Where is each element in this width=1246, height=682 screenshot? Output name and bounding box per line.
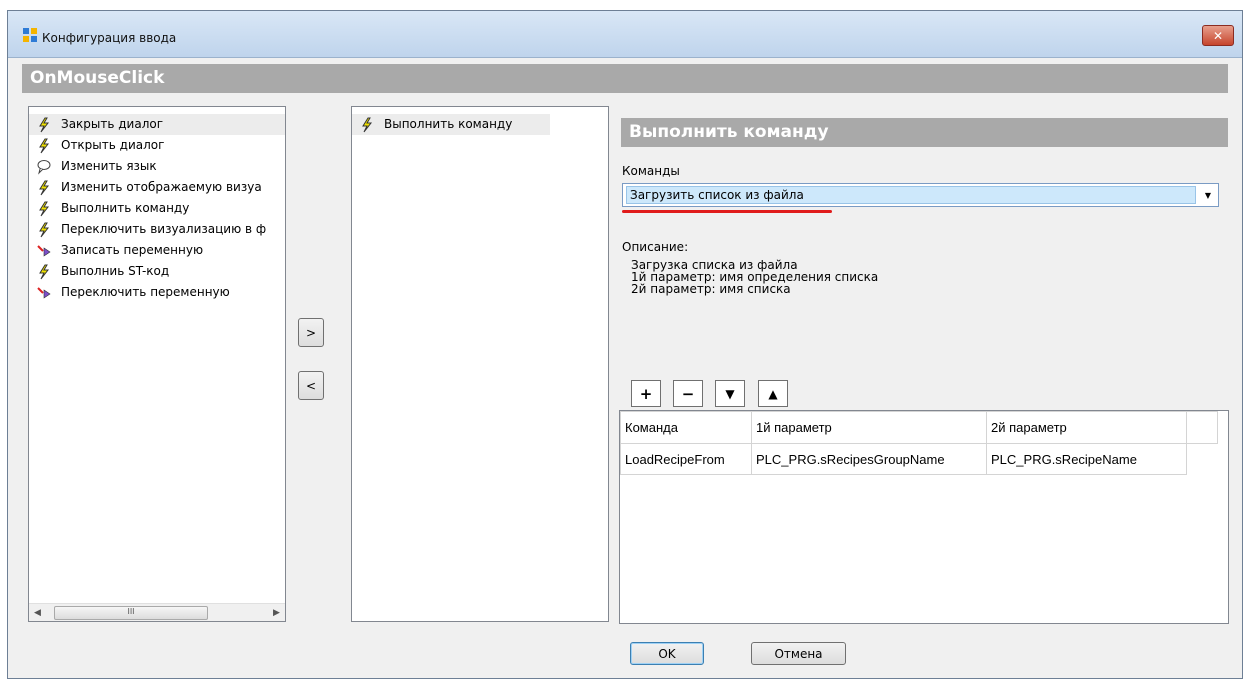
scroll-right-arrow-icon[interactable]: ▶ xyxy=(268,604,285,621)
list-item-label: Переключить переменную xyxy=(61,285,230,299)
available-actions-items: Закрыть диалог Открыть диалог Изменить язы… xyxy=(29,107,285,303)
cancel-button[interactable]: Отмена xyxy=(751,642,846,665)
lightning-icon xyxy=(37,222,51,238)
lightning-icon xyxy=(37,138,51,154)
move-down-button[interactable]: ▼ xyxy=(715,380,745,407)
list-item[interactable]: Закрыть диалог xyxy=(29,114,285,135)
commands-label: Команды xyxy=(622,164,680,178)
column-header-filler xyxy=(1186,411,1218,444)
scroll-left-arrow-icon[interactable]: ◀ xyxy=(29,604,46,621)
column-header-param2[interactable]: 2й параметр xyxy=(986,411,1187,444)
list-item[interactable]: Изменить язык xyxy=(29,156,285,177)
horizontal-scrollbar[interactable]: ◀ III ▶ xyxy=(29,603,285,621)
remove-command-button[interactable]: − xyxy=(673,380,703,407)
lightning-icon xyxy=(37,117,51,133)
column-header-command[interactable]: Команда xyxy=(620,411,752,444)
commands-table[interactable]: Команда 1й параметр 2й параметр LoadReci… xyxy=(619,410,1229,624)
selected-actions-items: Выполнить команду xyxy=(352,107,608,135)
arrow-up-icon: ▲ xyxy=(768,386,778,401)
list-item[interactable]: Переключить визуализацию в ф xyxy=(29,219,285,240)
selected-actions-list[interactable]: Выполнить команду xyxy=(351,106,609,622)
list-item[interactable]: Выполниь ST-код xyxy=(29,261,285,282)
description-text: Загрузка списка из файла 1й параметр: им… xyxy=(631,259,878,295)
lightning-icon xyxy=(37,264,51,280)
list-item-label: Записать переменную xyxy=(61,243,204,257)
scrollbar-thumb[interactable]: III xyxy=(54,606,208,620)
app-icon xyxy=(23,28,37,42)
lightning-icon xyxy=(37,180,51,196)
column-header-param1[interactable]: 1й параметр xyxy=(751,411,987,444)
description-label: Описание: xyxy=(622,240,689,254)
list-item[interactable]: Выполнить команду xyxy=(352,114,550,135)
list-item[interactable]: Записать переменную xyxy=(29,240,285,261)
event-name-header: OnMouseClick xyxy=(22,64,1228,93)
lightning-icon xyxy=(360,117,374,133)
lightning-icon xyxy=(37,201,51,217)
write-variable-icon xyxy=(37,285,51,301)
close-button[interactable]: ✕ xyxy=(1202,25,1234,46)
close-icon: ✕ xyxy=(1212,28,1224,43)
table-cell[interactable]: PLC_PRG.sRecipesGroupName xyxy=(751,443,987,475)
commands-select[interactable]: Загрузить список из файла ▼ xyxy=(622,183,1219,207)
description-line: 2й параметр: имя списка xyxy=(631,282,791,296)
list-item[interactable]: Открыть диалог xyxy=(29,135,285,156)
ok-button[interactable]: OK xyxy=(630,642,704,665)
table-header-row: Команда 1й параметр 2й параметр xyxy=(620,411,1218,444)
list-item[interactable]: Переключить переменную xyxy=(29,282,285,303)
list-item-label: Закрыть диалог xyxy=(61,117,164,131)
table-cell-filler xyxy=(1187,444,1218,475)
minus-icon: − xyxy=(681,384,695,403)
window-title: Конфигурация ввода xyxy=(42,31,177,45)
dialog-window: Конфигурация ввода ✕ OnMouseClick Закрыт… xyxy=(7,10,1243,679)
list-item-label: Выполнить команду xyxy=(384,117,513,131)
available-actions-list[interactable]: Закрыть диалог Открыть диалог Изменить язы… xyxy=(28,106,286,622)
move-up-button[interactable]: ▲ xyxy=(758,380,788,407)
remove-action-button[interactable]: < xyxy=(298,371,324,400)
list-item-label: Переключить визуализацию в ф xyxy=(61,222,267,236)
add-command-button[interactable]: + xyxy=(631,380,661,407)
table-row[interactable]: LoadRecipeFrom PLC_PRG.sRecipesGroupName… xyxy=(620,443,1218,475)
list-item-label: Выполниь ST-код xyxy=(61,264,170,278)
title-bar[interactable]: Конфигурация ввода ✕ xyxy=(8,11,1242,58)
list-item-label: Изменить отображаемую визуа xyxy=(61,180,262,194)
add-action-button[interactable]: > xyxy=(298,318,324,347)
table-cell[interactable]: PLC_PRG.sRecipeName xyxy=(986,443,1187,475)
list-item-label: Открыть диалог xyxy=(61,138,165,152)
commands-select-value: Загрузить список из файла xyxy=(626,186,1196,204)
list-item[interactable]: Выполнить команду xyxy=(29,198,285,219)
chevron-down-icon[interactable]: ▼ xyxy=(1198,184,1218,206)
arrow-down-icon: ▼ xyxy=(725,386,735,401)
list-item[interactable]: Изменить отображаемую визуа xyxy=(29,177,285,198)
speech-bubble-icon xyxy=(37,159,51,175)
highlight-underline xyxy=(622,210,832,213)
write-variable-icon xyxy=(37,243,51,259)
action-config-header: Выполнить команду xyxy=(621,118,1228,147)
list-item-label: Выполнить команду xyxy=(61,201,190,215)
dialog-body: OnMouseClick Закрыть диалог Открыть диало… xyxy=(14,58,1236,672)
list-item-label: Изменить язык xyxy=(61,159,157,173)
plus-icon: + xyxy=(639,384,653,403)
table-cell[interactable]: LoadRecipeFrom xyxy=(620,443,752,475)
